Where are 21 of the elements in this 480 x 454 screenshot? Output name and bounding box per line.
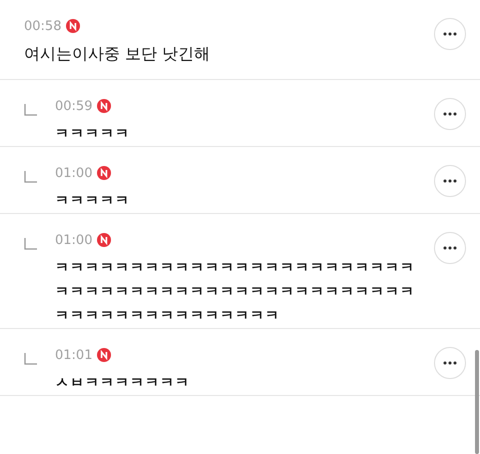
comment-text: ㅋㅋㅋㅋㅋ [55, 125, 131, 144]
more-icon [443, 112, 457, 116]
more-options-button[interactable] [434, 98, 466, 130]
comment-time: 00:58 [24, 18, 62, 34]
comment-time: 00:59 [55, 98, 92, 114]
comment-time: 01:00 [55, 166, 92, 180]
more-icon [443, 32, 457, 36]
comment-time: 01:00 [55, 232, 92, 248]
comment-text: ㅅㅂㅋㅋㅋㅋㅋㅋㅋ [55, 374, 191, 393]
more-options-button[interactable] [434, 165, 466, 197]
comment-text: 여시는이사중 보단 낫긴해 [24, 43, 212, 65]
more-options-button[interactable] [434, 347, 466, 379]
more-options-button[interactable] [434, 18, 466, 50]
more-options-button[interactable] [434, 232, 466, 264]
scrollbar[interactable] [475, 350, 479, 454]
comment-text: ㅋㅋㅋㅋㅋ [55, 192, 131, 211]
more-icon [443, 179, 457, 183]
more-icon [443, 246, 457, 250]
more-icon [443, 361, 457, 365]
comment-text: ㅋㅋㅋㅋㅋㅋㅋㅋㅋㅋㅋㅋㅋㅋㅋㅋㅋㅋㅋㅋㅋㅋㅋㅋㅋㅋㅋㅋㅋㅋㅋㅋㅋㅋㅋㅋㅋㅋㅋㅋㅋㅋㅋㅋㅋㅋㅋㅋㅋㅋㅋㅋㅋㅋㅋㅋㅋㅋㅋㅋㅋㅋㅋ [55, 259, 416, 326]
comment-time: 01:01 [55, 348, 92, 362]
